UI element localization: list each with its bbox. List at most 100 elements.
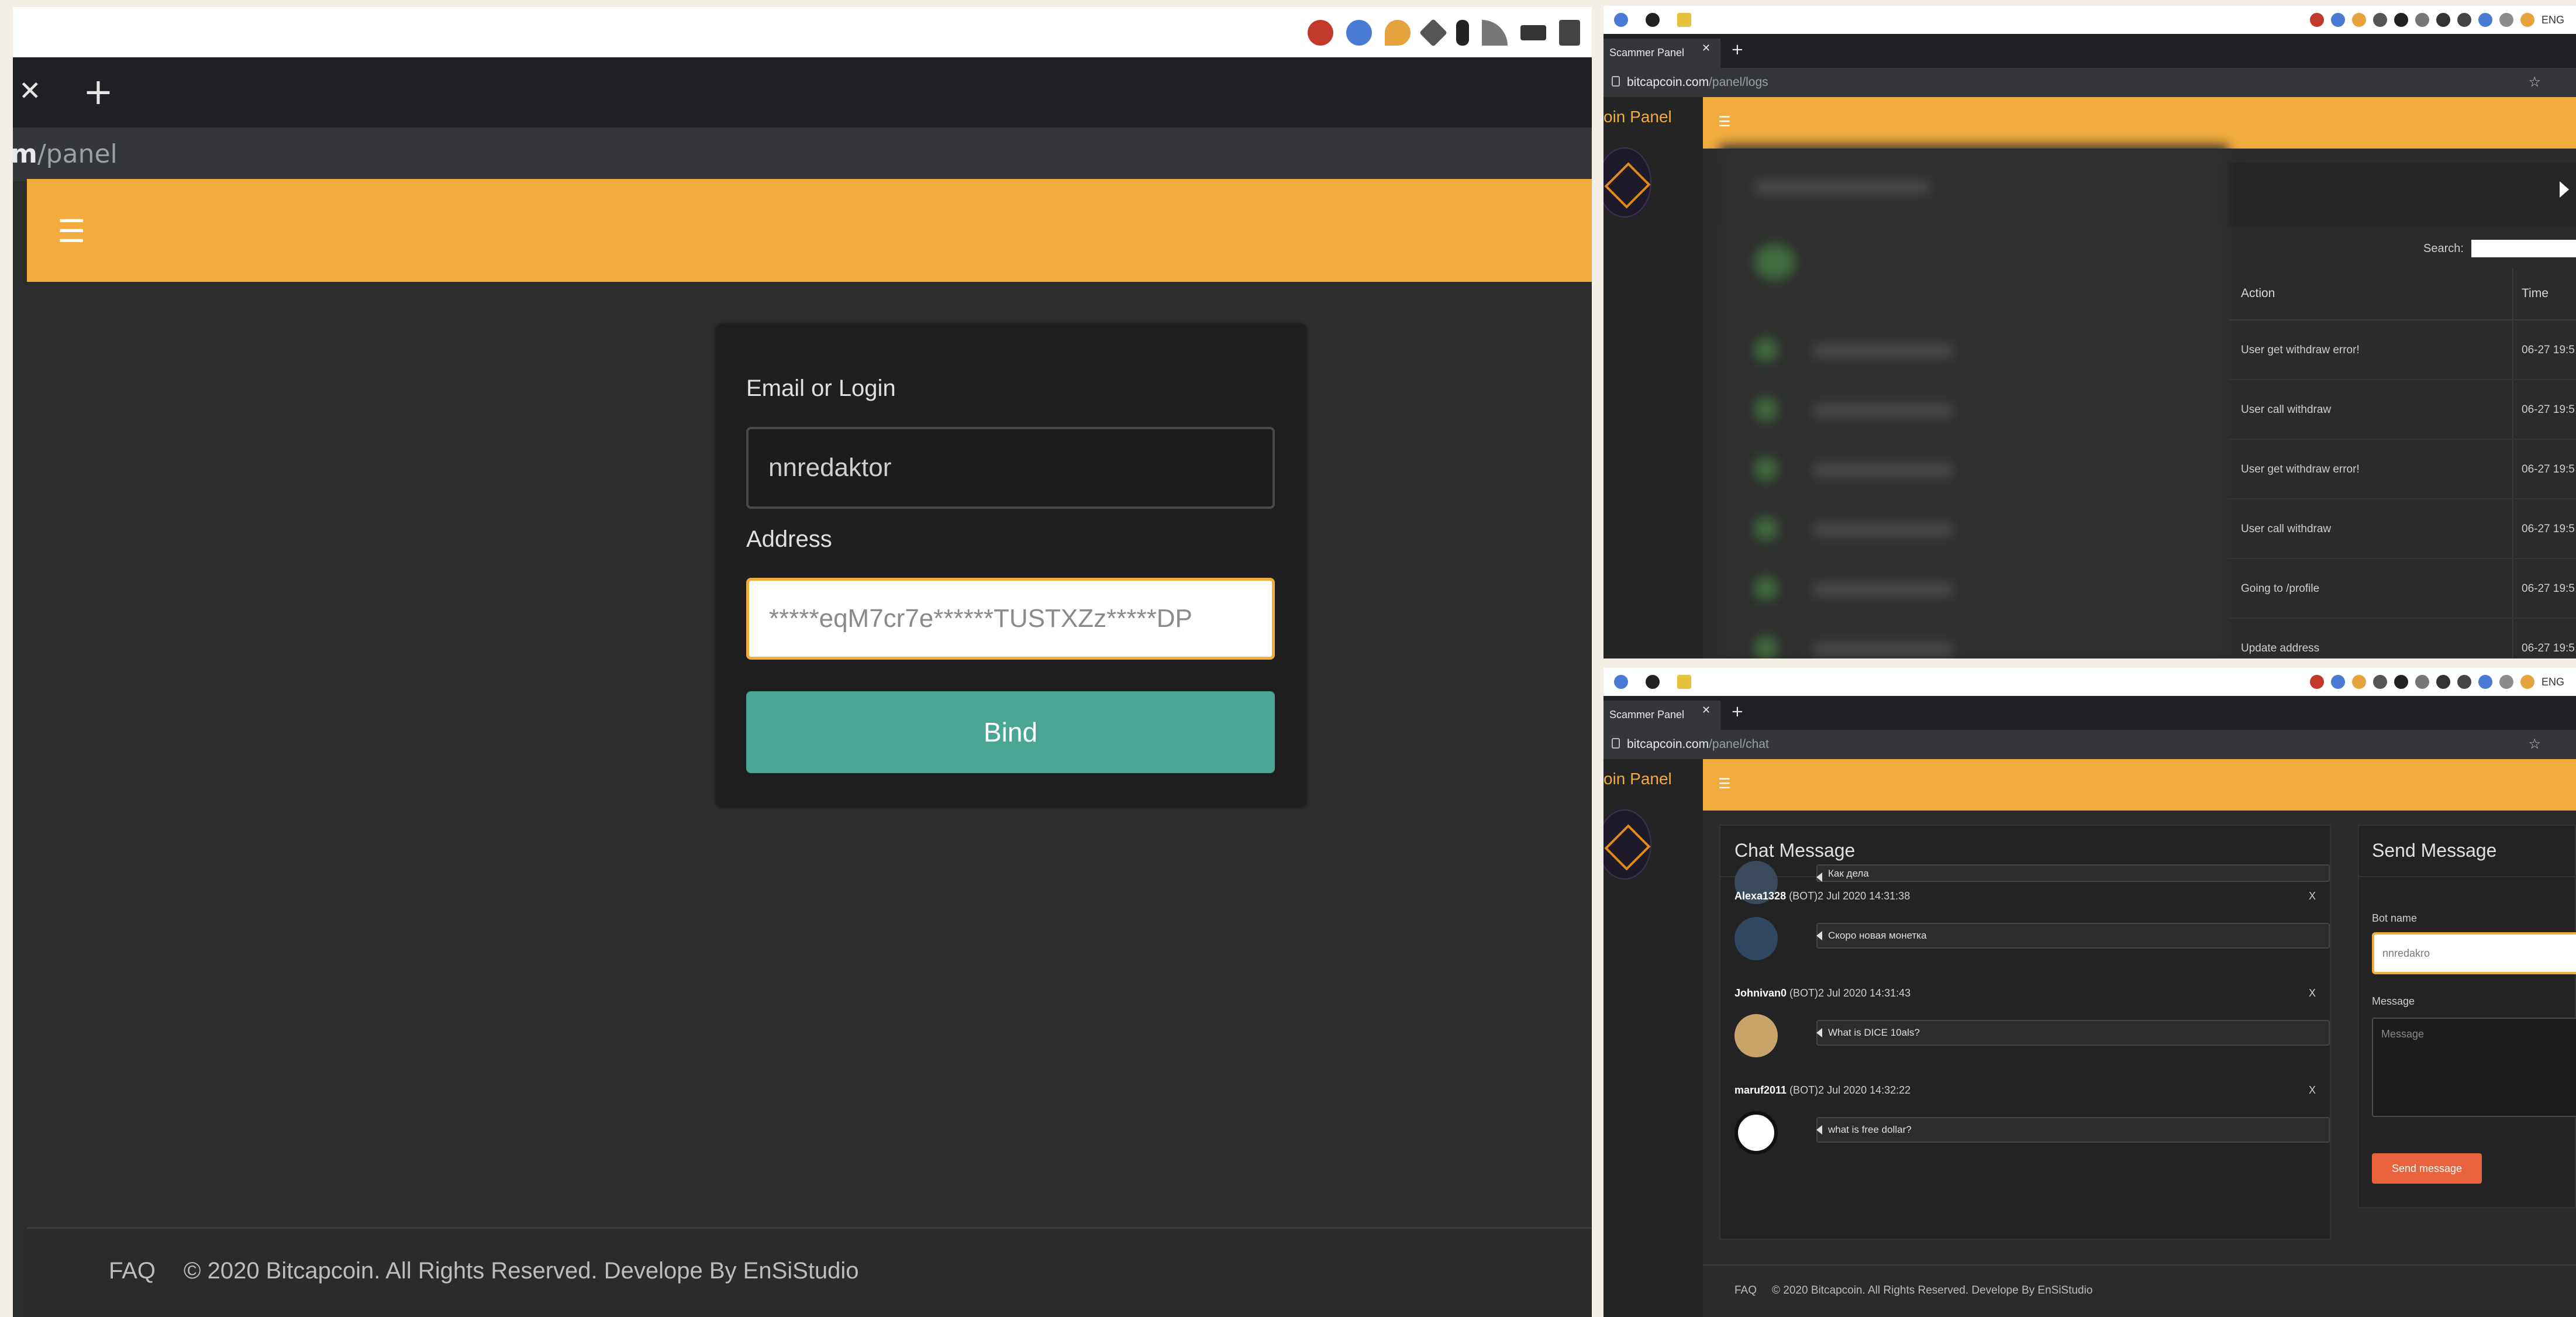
address-label: Address (746, 526, 832, 552)
chat-title: Chat Message (1734, 840, 1856, 861)
app-tray-icon[interactable] (2330, 675, 2345, 689)
folder-icon[interactable] (1677, 675, 1691, 689)
microphone-icon[interactable] (2394, 675, 2408, 689)
drop-icon[interactable] (2351, 675, 2366, 689)
delete-message-icon[interactable]: X (2309, 890, 2316, 902)
volume-icon[interactable] (2457, 13, 2471, 27)
wifi-icon[interactable] (1482, 20, 1508, 46)
avatar (1734, 1111, 1778, 1154)
network-icon[interactable] (2478, 675, 2492, 689)
pen-icon[interactable] (2499, 13, 2513, 27)
sidebar: oin Panel (1603, 97, 1703, 658)
message-bubble: Скоро новая монетка (1816, 923, 2330, 949)
brand-title: oin Panel (1603, 108, 1672, 126)
hamburger-icon[interactable]: ☰ (1718, 775, 1731, 792)
app-tray-icon[interactable] (2309, 13, 2324, 27)
app-tray-icon[interactable] (2330, 13, 2345, 27)
logo (1603, 809, 1651, 880)
message-user[interactable]: Alexa1328 (1734, 890, 1786, 902)
app-icon[interactable] (1646, 13, 1660, 27)
bookmark-star-icon[interactable]: ☆ (2528, 74, 2541, 90)
microphone-icon[interactable] (2394, 13, 2408, 27)
delete-message-icon[interactable]: X (2309, 1084, 2316, 1097)
address-bar[interactable]: bitcapcoin.com/panel/chat ☆ (1603, 730, 2576, 759)
table-header: Action Time (2228, 268, 2576, 320)
message-meta: Alexa1328 (BOT)2 Jul 2020 14:31:38 (1734, 890, 1910, 902)
address-bar[interactable]: m/panel (13, 127, 1592, 181)
drop-icon[interactable] (1385, 20, 1411, 46)
wifi-icon[interactable] (2415, 13, 2429, 27)
browser-window-logs: ENG Scammer Panel ✕ + bitcapcoin.com/pan… (1603, 6, 2576, 658)
address-bar[interactable]: bitcapcoin.com/panel/logs ☆ (1603, 68, 2576, 97)
column-header-time[interactable]: Time (2522, 287, 2549, 301)
battery-icon[interactable] (2436, 675, 2450, 689)
cell-time: 06-27 19:5 (2522, 344, 2575, 356)
diamond-icon[interactable] (2372, 675, 2387, 689)
url-text: m/panel (13, 139, 118, 169)
bookmark-star-icon[interactable]: ☆ (2528, 736, 2541, 752)
pen-icon[interactable] (2499, 675, 2513, 689)
close-tab-icon[interactable]: ✕ (1702, 42, 1711, 54)
new-tab-icon[interactable]: + (83, 70, 113, 113)
chrome-icon[interactable] (1614, 675, 1628, 689)
battery-icon[interactable] (2436, 13, 2450, 27)
volume-icon[interactable] (1559, 20, 1580, 46)
message-user[interactable]: Johnivan0 (1734, 987, 1787, 999)
language-indicator[interactable]: ENG (2541, 676, 2564, 688)
search-label: Search: (2423, 242, 2464, 255)
faq-link[interactable]: FAQ (1734, 1284, 1757, 1297)
search-input[interactable] (2471, 240, 2576, 257)
bot-name-input[interactable]: nnredakro (2372, 932, 2576, 974)
system-bar: ENG (1603, 668, 2576, 696)
chrome-icon[interactable] (2520, 675, 2534, 689)
hamburger-icon[interactable]: ☰ (1718, 113, 1731, 130)
top-navbar: ☰ (27, 179, 1592, 282)
login-input[interactable]: nnredaktor (746, 427, 1275, 509)
bind-button[interactable]: Bind (746, 691, 1275, 773)
message-bubble: what is free dollar? (1816, 1117, 2330, 1143)
diamond-icon[interactable] (1419, 18, 1448, 47)
table-row: User get withdraw error! 06-27 19:5 (2228, 440, 2576, 499)
folder-icon[interactable] (1677, 13, 1691, 27)
app-tray-icon[interactable] (1308, 20, 1333, 46)
close-tab-icon[interactable]: ✕ (1702, 704, 1711, 716)
mouse-cursor-icon (2560, 181, 2569, 198)
login-label: Email or Login (746, 375, 896, 401)
system-bar (13, 7, 1592, 57)
diamond-icon[interactable] (2372, 13, 2387, 27)
browser-window-bind: ✕ + m/panel ☰ Email or Login nnredaktor … (13, 7, 1592, 1317)
microphone-icon[interactable] (1456, 20, 1469, 46)
send-message-button[interactable]: Send message (2372, 1153, 2482, 1184)
drop-icon[interactable] (2351, 13, 2366, 27)
volume-icon[interactable] (2457, 675, 2471, 689)
address-input[interactable]: *****eqM7cr7e******TUSTXZz*****DP (746, 578, 1275, 660)
wifi-icon[interactable] (2415, 675, 2429, 689)
send-message-card: Send Message Bot name nnredakro Message … (2358, 825, 2576, 1208)
app-icon[interactable] (1646, 675, 1660, 689)
chrome-icon[interactable] (2520, 13, 2534, 27)
app-tray-icon[interactable] (2309, 675, 2324, 689)
table-row: User call withdraw 06-27 19:5 (2228, 380, 2576, 440)
app-tray-icon[interactable] (1346, 20, 1372, 46)
new-tab-icon[interactable]: + (1731, 703, 1744, 720)
system-tray (1308, 18, 1580, 47)
close-tab-icon[interactable]: ✕ (19, 75, 42, 106)
hamburger-icon[interactable]: ☰ (57, 213, 85, 250)
delete-message-icon[interactable]: X (2309, 987, 2316, 999)
message-time: (BOT)2 Jul 2020 14:32:22 (1787, 1084, 1911, 1096)
message-textarea[interactable]: Message (2372, 1018, 2576, 1117)
network-icon[interactable] (2478, 13, 2492, 27)
lock-icon (1612, 738, 1620, 749)
message-user[interactable]: maruf2011 (1734, 1084, 1787, 1096)
language-indicator[interactable]: ENG (2541, 14, 2564, 26)
column-header-action[interactable]: Action (2241, 287, 2275, 301)
battery-icon[interactable] (1520, 25, 1546, 40)
faq-link[interactable]: FAQ (109, 1258, 156, 1284)
copyright-text: © 2020 Bitcapcoin. All Rights Reserved. … (184, 1258, 859, 1284)
new-tab-icon[interactable]: + (1731, 41, 1744, 58)
chrome-icon[interactable] (1614, 13, 1628, 27)
cell-action: User get withdraw error! (2241, 344, 2360, 356)
lock-icon (1612, 76, 1620, 87)
cell-action: User get withdraw error! (2241, 463, 2360, 475)
top-navbar: ☰ (1703, 97, 2576, 149)
